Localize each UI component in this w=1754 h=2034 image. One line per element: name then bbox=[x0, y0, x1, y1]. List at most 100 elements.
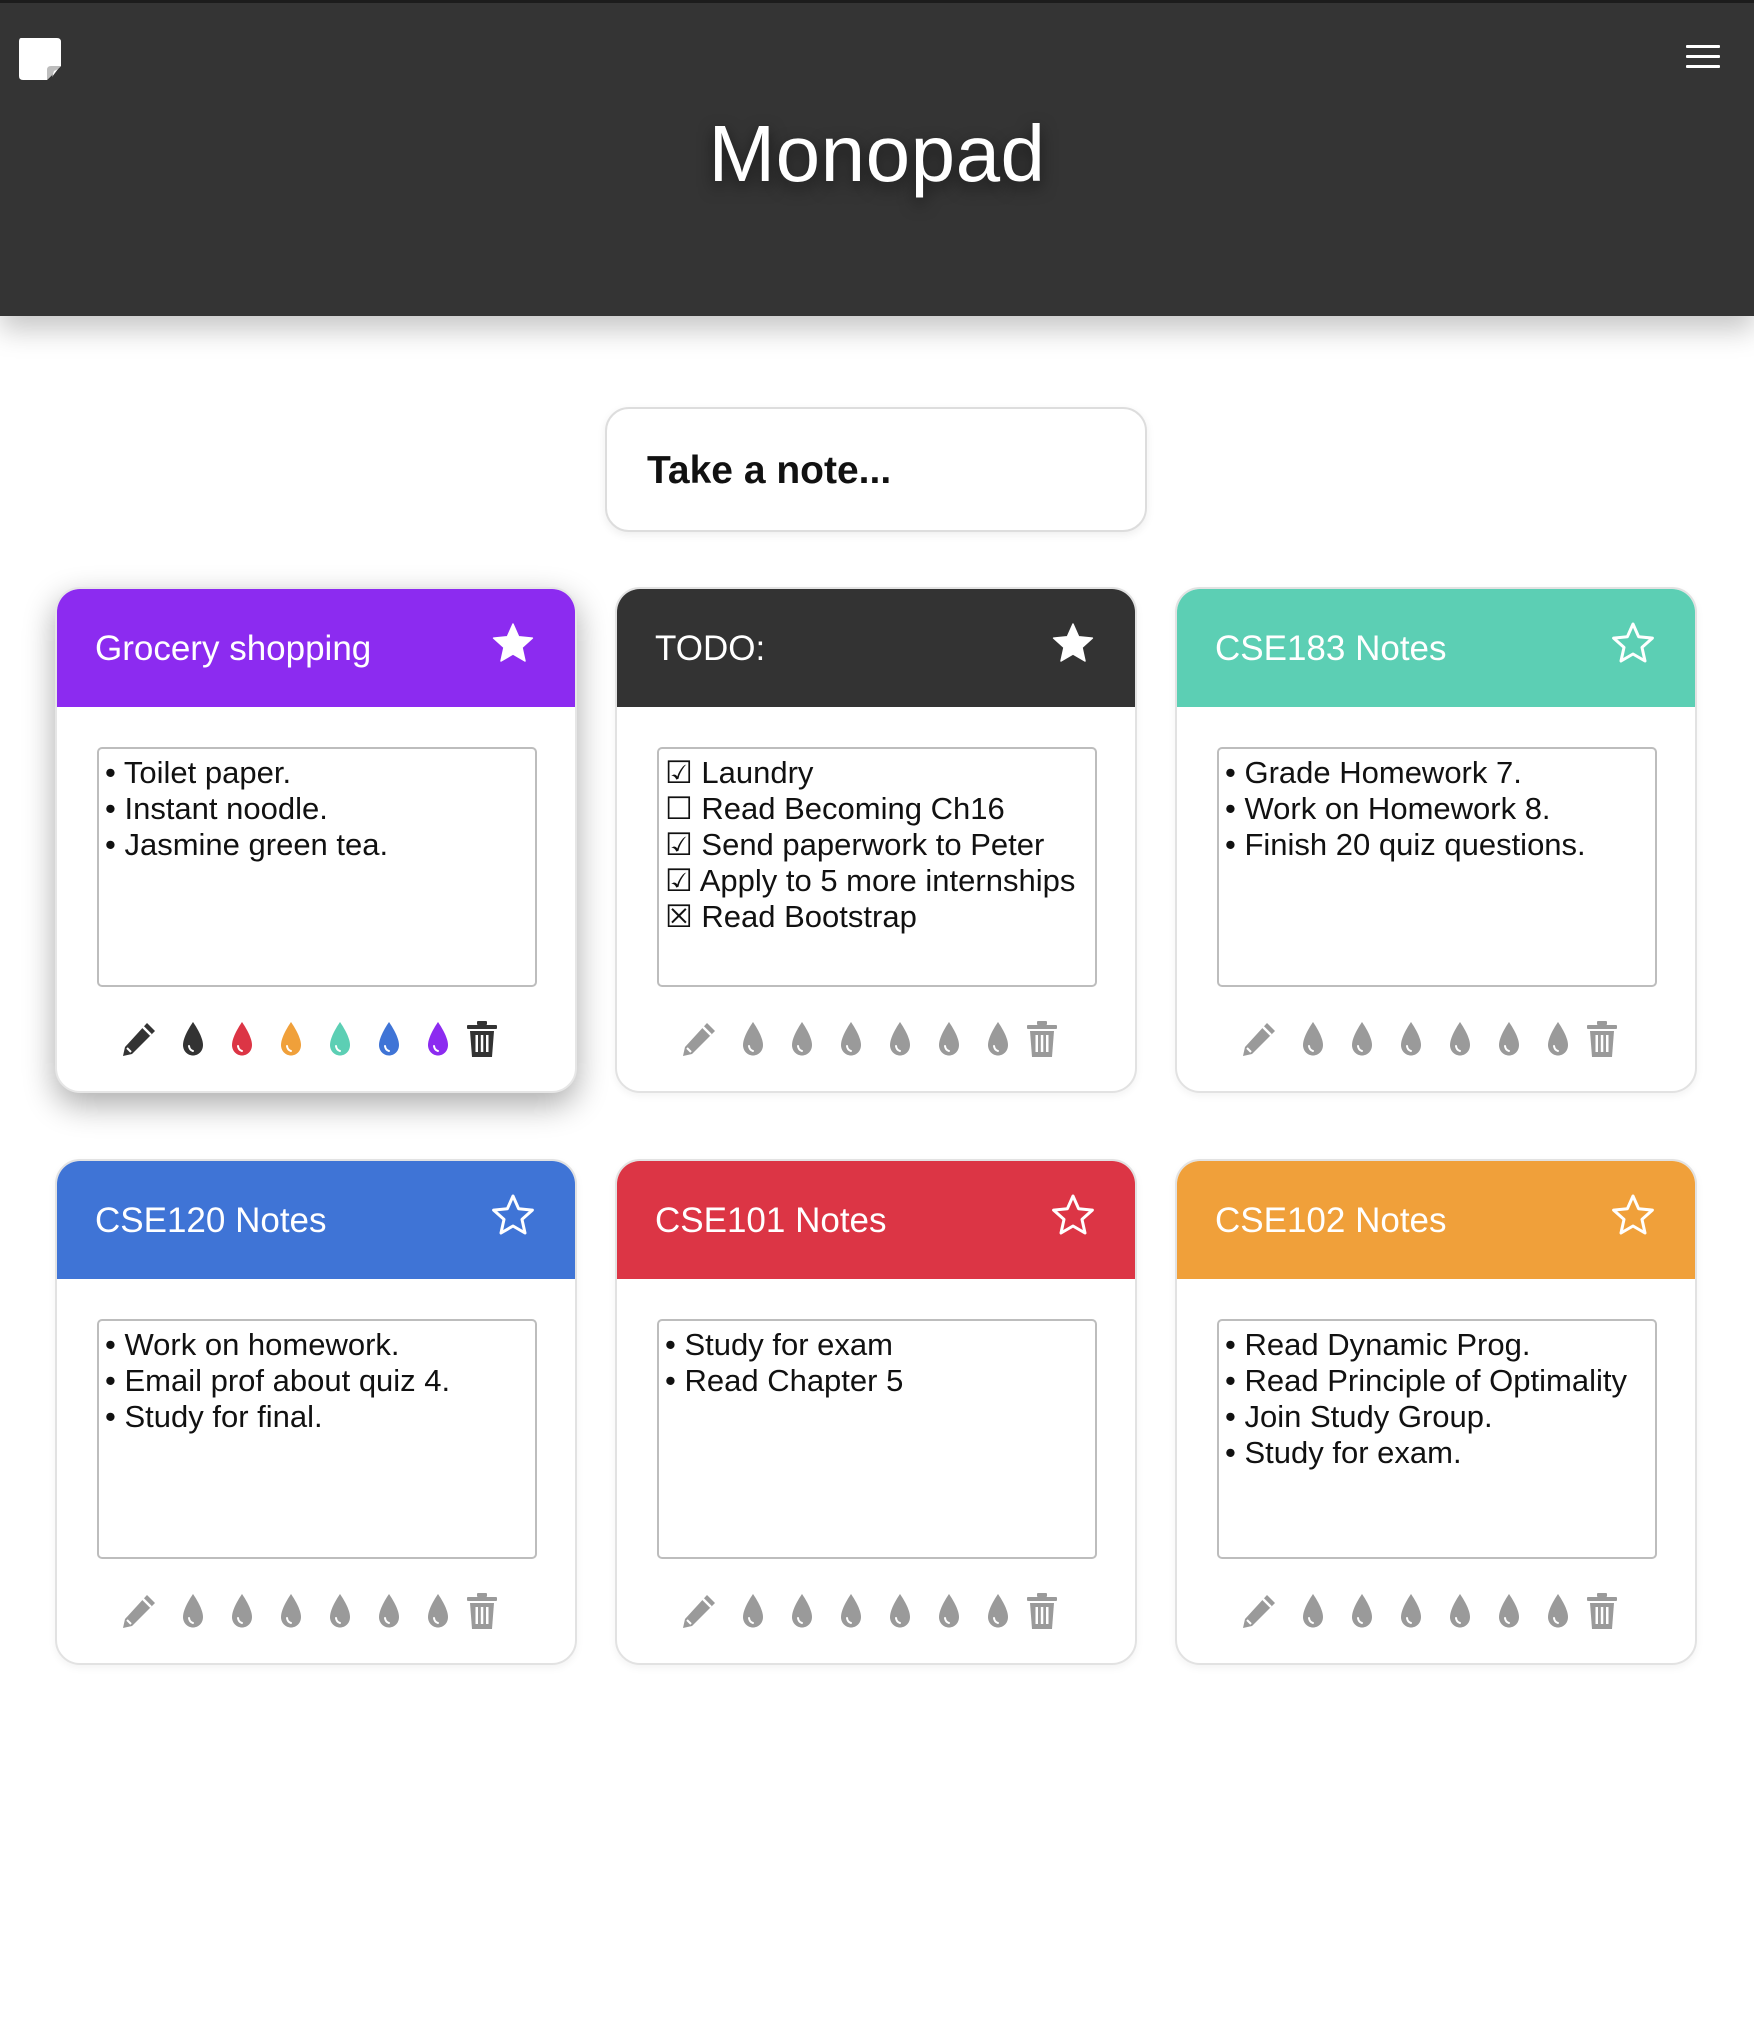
pencil-icon[interactable] bbox=[119, 1019, 159, 1059]
trash-icon[interactable] bbox=[1025, 1591, 1059, 1631]
droplet-icon[interactable] bbox=[1347, 1591, 1377, 1631]
note-line: • Study for final. bbox=[105, 1399, 323, 1434]
star-outline-icon[interactable] bbox=[489, 1191, 537, 1239]
note-card[interactable]: CSE101 Notes • Study for exam • Read Chapt… bbox=[615, 1159, 1137, 1665]
note-title[interactable]: CSE120 Notes bbox=[95, 1201, 327, 1241]
note-line: • Read Chapter 5 bbox=[665, 1363, 904, 1398]
droplet-icon[interactable] bbox=[738, 1019, 768, 1059]
star-filled-icon[interactable] bbox=[489, 619, 537, 667]
pencil-icon[interactable] bbox=[1239, 1591, 1279, 1631]
pencil-icon[interactable] bbox=[119, 1591, 159, 1631]
note-header: CSE101 Notes bbox=[617, 1161, 1135, 1279]
droplet-icon[interactable] bbox=[227, 1591, 257, 1631]
trash-icon[interactable] bbox=[1585, 1019, 1619, 1059]
note-toolbar bbox=[1177, 1015, 1617, 1063]
droplet-icon[interactable] bbox=[885, 1019, 915, 1059]
note-title[interactable]: CSE183 Notes bbox=[1215, 629, 1447, 669]
note-header: TODO: bbox=[617, 589, 1135, 707]
droplet-icon[interactable] bbox=[1543, 1019, 1573, 1059]
note-header: CSE183 Notes bbox=[1177, 589, 1695, 707]
note-line: • Work on Homework 8. bbox=[1225, 791, 1551, 826]
droplet-icon[interactable] bbox=[836, 1019, 866, 1059]
droplet-icon[interactable] bbox=[276, 1019, 306, 1059]
droplet-icon[interactable] bbox=[934, 1591, 964, 1631]
note-card[interactable]: Grocery shopping • Toilet paper. • Instant… bbox=[55, 587, 577, 1093]
note-title[interactable]: Grocery shopping bbox=[95, 629, 371, 669]
note-line: • Instant noodle. bbox=[105, 791, 328, 826]
droplet-icon[interactable] bbox=[325, 1019, 355, 1059]
note-line: • Study for exam. bbox=[1225, 1435, 1462, 1470]
droplet-icon[interactable] bbox=[1494, 1019, 1524, 1059]
droplet-icon[interactable] bbox=[885, 1591, 915, 1631]
droplet-icon[interactable] bbox=[1396, 1019, 1426, 1059]
trash-icon[interactable] bbox=[1585, 1591, 1619, 1631]
note-card[interactable]: CSE183 Notes • Grade Homework 7. • Work on… bbox=[1175, 587, 1697, 1093]
note-content[interactable]: • Study for exam • Read Chapter 5 bbox=[657, 1319, 1097, 1559]
droplet-icon[interactable] bbox=[1543, 1591, 1573, 1631]
droplet-icon[interactable] bbox=[787, 1591, 817, 1631]
note-line: • Work on homework. bbox=[105, 1327, 400, 1362]
note-line: • Email prof about quiz 4. bbox=[105, 1363, 451, 1398]
take-a-note-input[interactable]: Take a note... bbox=[605, 407, 1147, 532]
note-line: ☑ Send paperwork to Peter bbox=[665, 827, 1045, 862]
star-outline-icon[interactable] bbox=[1609, 619, 1657, 667]
star-filled-icon[interactable] bbox=[1049, 619, 1097, 667]
droplet-icon[interactable] bbox=[423, 1591, 453, 1631]
note-line: • Finish 20 quiz questions. bbox=[1225, 827, 1586, 862]
droplet-icon[interactable] bbox=[1298, 1591, 1328, 1631]
note-line: ☑ Apply to 5 more internships bbox=[665, 863, 1076, 898]
droplet-icon[interactable] bbox=[325, 1591, 355, 1631]
app-header: Monopad bbox=[0, 0, 1754, 316]
droplet-icon[interactable] bbox=[836, 1591, 866, 1631]
droplet-icon[interactable] bbox=[738, 1591, 768, 1631]
droplet-icon[interactable] bbox=[374, 1591, 404, 1631]
note-title[interactable]: CSE101 Notes bbox=[655, 1201, 887, 1241]
note-header: Grocery shopping bbox=[57, 589, 575, 707]
trash-icon[interactable] bbox=[1025, 1019, 1059, 1059]
pencil-icon[interactable] bbox=[1239, 1019, 1279, 1059]
note-content[interactable]: • Work on homework. • Email prof about qu… bbox=[97, 1319, 537, 1559]
droplet-icon[interactable] bbox=[1347, 1019, 1377, 1059]
droplet-icon[interactable] bbox=[1494, 1591, 1524, 1631]
note-content[interactable]: • Grade Homework 7. • Work on Homework 8.… bbox=[1217, 747, 1657, 987]
trash-icon[interactable] bbox=[465, 1591, 499, 1631]
droplet-icon[interactable] bbox=[423, 1019, 453, 1059]
droplet-icon[interactable] bbox=[227, 1019, 257, 1059]
note-line: ☑ Laundry bbox=[665, 755, 814, 790]
droplet-icon[interactable] bbox=[983, 1019, 1013, 1059]
note-line: • Jasmine green tea. bbox=[105, 827, 389, 862]
sticky-note-icon[interactable] bbox=[17, 36, 63, 82]
droplet-icon[interactable] bbox=[787, 1019, 817, 1059]
note-line: • Grade Homework 7. bbox=[1225, 755, 1522, 790]
note-card[interactable]: TODO: ☑ Laundry ☐ Read Becoming Ch16 ☑ Send… bbox=[615, 587, 1137, 1093]
note-card[interactable]: CSE102 Notes • Read Dynamic Prog. • Read P… bbox=[1175, 1159, 1697, 1665]
trash-icon[interactable] bbox=[465, 1019, 499, 1059]
note-line: • Read Dynamic Prog. bbox=[1225, 1327, 1531, 1362]
droplet-icon[interactable] bbox=[374, 1019, 404, 1059]
note-line: ☐ Read Becoming Ch16 bbox=[665, 791, 1005, 826]
pencil-icon[interactable] bbox=[679, 1591, 719, 1631]
droplet-icon[interactable] bbox=[178, 1019, 208, 1059]
droplet-icon[interactable] bbox=[1445, 1019, 1475, 1059]
hamburger-menu-icon[interactable] bbox=[1684, 41, 1722, 71]
note-title[interactable]: CSE102 Notes bbox=[1215, 1201, 1447, 1241]
star-outline-icon[interactable] bbox=[1609, 1191, 1657, 1239]
note-line: • Join Study Group. bbox=[1225, 1399, 1493, 1434]
note-title[interactable]: TODO: bbox=[655, 629, 765, 669]
note-card[interactable]: CSE120 Notes • Work on homework. • Email p… bbox=[55, 1159, 577, 1665]
pencil-icon[interactable] bbox=[679, 1019, 719, 1059]
note-content[interactable]: • Toilet paper. • Instant noodle. • Jasmin… bbox=[97, 747, 537, 987]
droplet-icon[interactable] bbox=[1445, 1591, 1475, 1631]
droplet-icon[interactable] bbox=[1298, 1019, 1328, 1059]
note-toolbar bbox=[1177, 1587, 1617, 1635]
note-toolbar bbox=[617, 1587, 1057, 1635]
droplet-icon[interactable] bbox=[178, 1591, 208, 1631]
droplet-icon[interactable] bbox=[934, 1019, 964, 1059]
star-outline-icon[interactable] bbox=[1049, 1191, 1097, 1239]
note-line: • Study for exam bbox=[665, 1327, 893, 1362]
droplet-icon[interactable] bbox=[276, 1591, 306, 1631]
note-content[interactable]: ☑ Laundry ☐ Read Becoming Ch16 ☑ Send pape… bbox=[657, 747, 1097, 987]
droplet-icon[interactable] bbox=[1396, 1591, 1426, 1631]
droplet-icon[interactable] bbox=[983, 1591, 1013, 1631]
note-content[interactable]: • Read Dynamic Prog. • Read Principle of … bbox=[1217, 1319, 1657, 1559]
